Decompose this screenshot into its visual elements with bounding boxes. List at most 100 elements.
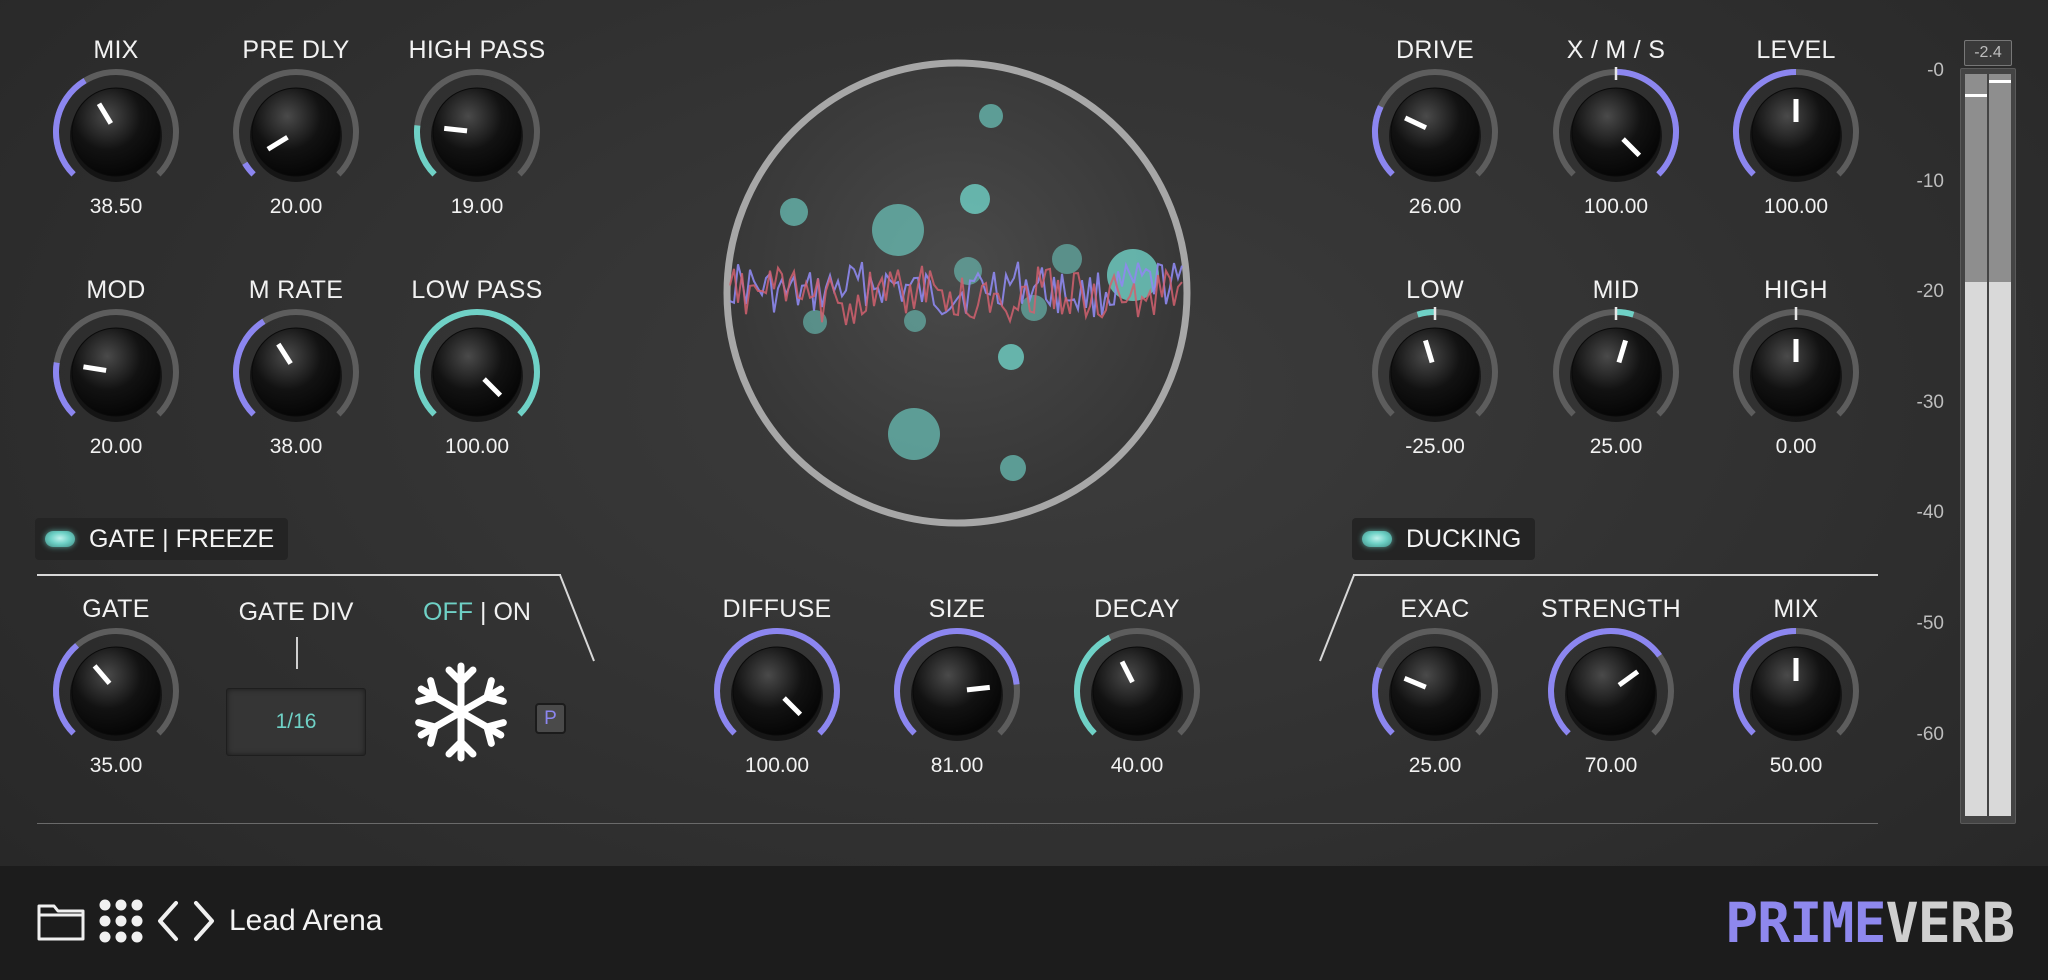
gate-div-selector[interactable]: 1/16 <box>226 688 366 756</box>
knob-body[interactable] <box>71 646 161 736</box>
knob-dial[interactable] <box>51 67 181 197</box>
knob-dial[interactable] <box>51 626 181 756</box>
gate-section-slant <box>559 574 595 662</box>
knob-dial[interactable] <box>1551 67 1681 197</box>
knob-body[interactable] <box>1390 87 1480 177</box>
knob-label: M RATE <box>248 276 344 304</box>
knob-dial[interactable] <box>1546 626 1676 756</box>
knob-value: 38.50 <box>89 195 143 218</box>
knob-diffuse[interactable]: DIFFUSE 100.00 <box>702 595 852 778</box>
knob-level[interactable]: LEVEL 100.00 <box>1721 36 1871 219</box>
folder-icon[interactable] <box>36 898 86 942</box>
freeze-toggle-text[interactable]: OFF | ON <box>402 598 552 627</box>
meter-scale-label: -50 <box>1916 613 1944 634</box>
knob-high-eq[interactable]: HIGH 0.00 <box>1721 276 1871 459</box>
knob-body[interactable] <box>1571 327 1661 417</box>
knob-exac[interactable]: EXAC 25.00 <box>1360 595 1510 778</box>
preset-name[interactable]: Lead Arena <box>229 904 382 938</box>
freeze-on-label[interactable]: ON <box>493 598 531 626</box>
knob-dial[interactable] <box>1370 67 1500 197</box>
knob-duck-mix[interactable]: MIX 50.00 <box>1721 595 1871 778</box>
knob-dial[interactable] <box>1551 307 1681 437</box>
gate-freeze-label: GATE | FREEZE <box>89 524 275 553</box>
knob-dial[interactable] <box>1731 67 1861 197</box>
knob-body[interactable] <box>1566 646 1656 736</box>
knob-label: LOW <box>1406 276 1464 304</box>
knob-body[interactable] <box>251 87 341 177</box>
knob-dial[interactable] <box>51 307 181 437</box>
knob-body[interactable] <box>1571 87 1661 177</box>
knob-pointer <box>83 364 107 373</box>
grid-icon[interactable] <box>98 898 144 944</box>
knob-m-rate[interactable]: M RATE 38.00 <box>221 276 371 459</box>
gate-div-value: 1/16 <box>275 710 317 733</box>
knob-value: 25.00 <box>1589 435 1643 458</box>
knob-dial[interactable] <box>231 67 361 197</box>
knob-body[interactable] <box>432 327 522 417</box>
knob-low-eq[interactable]: LOW -25.00 <box>1360 276 1510 459</box>
knob-label: GATE <box>82 595 150 623</box>
ducking-button[interactable]: DUCKING <box>1352 518 1536 560</box>
knob-body[interactable] <box>912 646 1002 736</box>
knob-label: MIX <box>93 36 139 64</box>
knob-dial[interactable] <box>1370 307 1500 437</box>
knob-label: MID <box>1592 276 1640 304</box>
chevron-left-icon[interactable] <box>154 899 182 943</box>
knob-label: LEVEL <box>1756 36 1836 64</box>
gate-section-top-line <box>37 574 561 576</box>
knob-body[interactable] <box>71 327 161 417</box>
knob-value: 81.00 <box>930 754 984 777</box>
chevron-right-icon[interactable] <box>190 899 218 943</box>
knob-low-pass[interactable]: LOW PASS 100.00 <box>402 276 552 459</box>
knob-high-pass[interactable]: HIGH PASS 19.00 <box>402 36 552 219</box>
knob-dial[interactable] <box>231 307 361 437</box>
knob-value: 100.00 <box>1763 195 1829 218</box>
gate-div-label: GATE DIV <box>238 598 354 626</box>
knob-value: 50.00 <box>1769 754 1823 777</box>
gate-freeze-button[interactable]: GATE | FREEZE <box>35 518 289 560</box>
meter-scale-label: -20 <box>1916 281 1944 302</box>
freeze-separator: | <box>473 598 494 626</box>
knob-dial[interactable] <box>1731 626 1861 756</box>
knob-fill-arc <box>1416 309 1436 318</box>
ducking-section-slant <box>1319 574 1355 662</box>
knob-dial[interactable] <box>1072 626 1202 756</box>
knob-drive[interactable]: DRIVE 26.00 <box>1360 36 1510 219</box>
logo-prime: PRIME <box>1724 891 1887 955</box>
knob-body[interactable] <box>1390 646 1480 736</box>
knob-dial[interactable] <box>1731 307 1861 437</box>
knob-body[interactable] <box>732 646 822 736</box>
knob-mid-eq[interactable]: MID 25.00 <box>1541 276 1691 459</box>
p-button-label: P <box>544 707 557 729</box>
knob-dial[interactable] <box>412 67 542 197</box>
knob-size[interactable]: SIZE 81.00 <box>882 595 1032 778</box>
p-button[interactable]: P <box>535 703 566 734</box>
bottom-divider-line <box>37 823 1878 824</box>
knob-mix[interactable]: MIX 38.50 <box>41 36 191 219</box>
knob-body[interactable] <box>432 87 522 177</box>
plugin-window: MIX 38.50 PRE DLY 20.00 HIGH PASS 19.00 MOD… <box>0 0 2048 980</box>
knob-label: MIX <box>1773 595 1819 623</box>
knob-decay[interactable]: DECAY 40.00 <box>1062 595 1212 778</box>
knob-body[interactable] <box>1092 646 1182 736</box>
knob-fill-arc <box>1615 309 1635 318</box>
ducking-section-top-line <box>1353 574 1878 576</box>
knob-body[interactable] <box>71 87 161 177</box>
knob-body[interactable] <box>1390 327 1480 417</box>
knob-label: X / M / S <box>1566 36 1666 64</box>
snowflake-icon[interactable] <box>406 660 516 764</box>
knob-dial[interactable] <box>712 626 842 756</box>
knob-dial[interactable] <box>1370 626 1500 756</box>
meter-scale-label: -0 <box>1927 60 1944 81</box>
knob-body[interactable] <box>251 327 341 417</box>
knob-gate[interactable]: GATE 35.00 <box>41 595 191 778</box>
knob-mod[interactable]: MOD 20.00 <box>41 276 191 459</box>
knob-pre-dly[interactable]: PRE DLY 20.00 <box>221 36 371 219</box>
knob-dial[interactable] <box>892 626 1022 756</box>
knob-xms[interactable]: X / M / S 100.00 <box>1541 36 1691 219</box>
knob-dial[interactable] <box>412 307 542 437</box>
knob-label: MOD <box>86 276 146 304</box>
knob-strength[interactable]: STRENGTH 70.00 <box>1536 595 1686 778</box>
freeze-off-label[interactable]: OFF <box>423 598 473 626</box>
reverb-visualizer <box>723 59 1191 527</box>
